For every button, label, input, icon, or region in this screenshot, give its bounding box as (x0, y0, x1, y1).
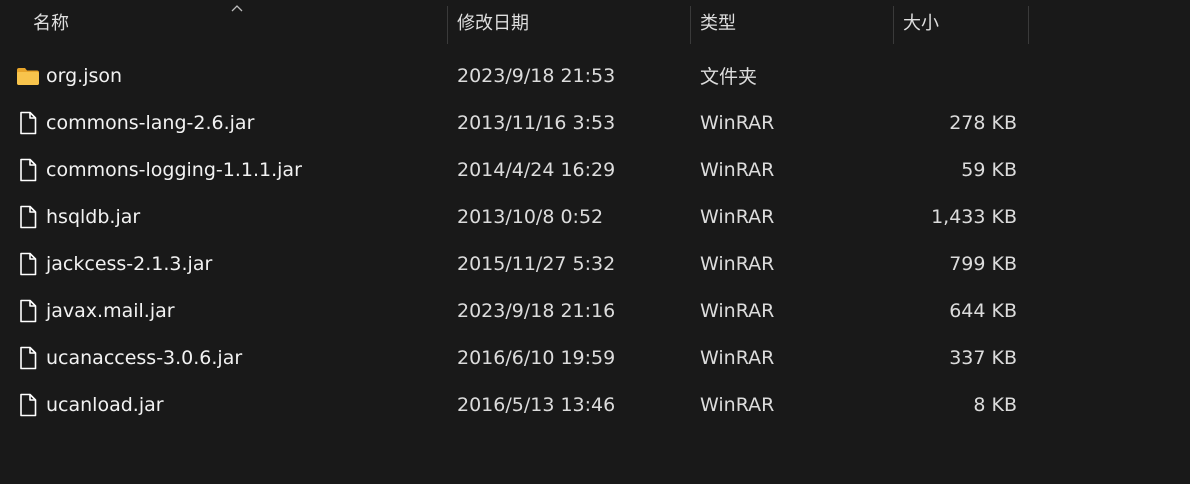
file-name: hsqldb.jar (46, 205, 141, 228)
file-name: jackcess-2.1.3.jar (46, 252, 213, 275)
column-resize-handle[interactable] (1028, 6, 1029, 44)
file-type: WinRAR (700, 111, 775, 134)
file-icon (16, 193, 40, 240)
column-resize-handle[interactable] (690, 6, 691, 44)
column-resize-handle[interactable] (447, 6, 448, 44)
file-icon (16, 334, 40, 381)
file-name: commons-lang-2.6.jar (46, 111, 255, 134)
file-name: org.json (46, 64, 123, 87)
file-list: org.json 2023/9/18 21:53 文件夹 commons-lan… (0, 52, 1190, 428)
column-header-modified-label: 修改日期 (457, 13, 529, 34)
file-modified: 2015/11/27 5:32 (457, 252, 616, 275)
column-header-bar: 名称 修改日期 类型 大小 (0, 0, 1190, 48)
file-size (900, 52, 1017, 99)
list-item[interactable]: ucanaccess-3.0.6.jar 2016/6/10 19:59 Win… (0, 334, 1190, 381)
file-type: WinRAR (700, 346, 775, 369)
file-type: WinRAR (700, 393, 775, 416)
file-size: 278 KB (949, 111, 1017, 134)
file-size: 8 KB (973, 393, 1017, 416)
file-name: javax.mail.jar (46, 299, 175, 322)
file-icon (16, 287, 40, 334)
file-modified: 2023/9/18 21:16 (457, 299, 616, 322)
list-item[interactable]: commons-lang-2.6.jar 2013/11/16 3:53 Win… (0, 99, 1190, 146)
file-modified: 2014/4/24 16:29 (457, 158, 616, 181)
file-type: WinRAR (700, 205, 775, 228)
file-icon (16, 240, 40, 287)
file-icon (16, 381, 40, 428)
file-size: 644 KB (949, 299, 1017, 322)
column-header-type[interactable]: 类型 (700, 0, 892, 44)
column-header-name-label: 名称 (33, 13, 69, 34)
file-size: 59 KB (961, 158, 1017, 181)
list-item[interactable]: jackcess-2.1.3.jar 2015/11/27 5:32 WinRA… (0, 240, 1190, 287)
file-explorer-list: 名称 修改日期 类型 大小 org.json 2023/9/18 21:53 文 (0, 0, 1190, 484)
column-header-size[interactable]: 大小 (903, 0, 1027, 44)
file-size: 799 KB (949, 252, 1017, 275)
file-icon (16, 146, 40, 193)
column-header-size-label: 大小 (903, 13, 939, 34)
file-name: ucanload.jar (46, 393, 164, 416)
column-header-type-label: 类型 (700, 13, 736, 34)
list-item[interactable]: commons-logging-1.1.1.jar 2014/4/24 16:2… (0, 146, 1190, 193)
file-name: commons-logging-1.1.1.jar (46, 158, 302, 181)
file-size: 1,433 KB (931, 205, 1017, 228)
file-type: WinRAR (700, 252, 775, 275)
column-header-name[interactable]: 名称 (33, 0, 446, 44)
file-icon (16, 99, 40, 146)
list-item[interactable]: ucanload.jar 2016/5/13 13:46 WinRAR 8 KB (0, 381, 1190, 428)
file-modified: 2016/5/13 13:46 (457, 393, 616, 416)
column-header-modified[interactable]: 修改日期 (457, 0, 689, 44)
file-type: WinRAR (700, 158, 775, 181)
file-size: 337 KB (949, 346, 1017, 369)
file-modified: 2013/11/16 3:53 (457, 111, 616, 134)
folder-icon (16, 52, 40, 99)
list-item[interactable]: hsqldb.jar 2013/10/8 0:52 WinRAR 1,433 K… (0, 193, 1190, 240)
list-item[interactable]: org.json 2023/9/18 21:53 文件夹 (0, 52, 1190, 99)
list-item[interactable]: javax.mail.jar 2023/9/18 21:16 WinRAR 64… (0, 287, 1190, 334)
file-modified: 2016/6/10 19:59 (457, 346, 616, 369)
file-modified: 2013/10/8 0:52 (457, 205, 604, 228)
file-modified: 2023/9/18 21:53 (457, 64, 616, 87)
file-name: ucanaccess-3.0.6.jar (46, 346, 243, 369)
column-resize-handle[interactable] (893, 6, 894, 44)
file-type: WinRAR (700, 299, 775, 322)
file-type: 文件夹 (700, 66, 758, 88)
